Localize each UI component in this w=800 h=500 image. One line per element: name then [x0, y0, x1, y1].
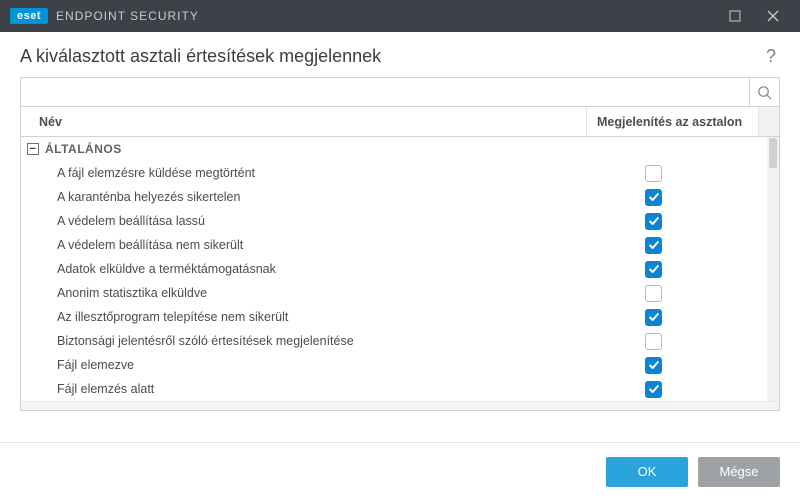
table-row[interactable]: A védelem beállítása lassú	[21, 209, 779, 233]
cancel-button[interactable]: Mégse	[698, 457, 780, 487]
row-label: A védelem beállítása lassú	[21, 214, 595, 228]
desktop-checkbox[interactable]	[645, 237, 662, 254]
row-label: Fájl elemzés alatt	[21, 382, 595, 396]
scrollbar-head	[759, 107, 779, 136]
search-icon	[757, 85, 772, 100]
row-label: A karanténba helyezés sikertelen	[21, 190, 595, 204]
dialog-header: A kiválasztott asztali értesítések megje…	[0, 32, 800, 77]
desktop-checkbox[interactable]	[645, 165, 662, 182]
group-row-general[interactable]: −ÁLTALÁNOS	[21, 137, 779, 161]
table-row[interactable]: Fájl elemzés alatt	[21, 377, 779, 401]
brand-badge: eset	[10, 8, 48, 24]
desktop-checkbox[interactable]	[645, 285, 662, 302]
desktop-checkbox[interactable]	[645, 381, 662, 398]
desktop-checkbox[interactable]	[645, 213, 662, 230]
row-label: Adatok elküldve a terméktámogatásnak	[21, 262, 595, 276]
horizontal-scrollbar[interactable]	[20, 401, 780, 411]
scroll-thumb[interactable]	[769, 138, 777, 168]
page-title: A kiválasztott asztali értesítések megje…	[20, 46, 762, 67]
row-label: Fájl elemezve	[21, 358, 595, 372]
notifications-table: Név Megjelenítés az asztalon −ÁLTALÁNOS A…	[20, 107, 780, 401]
search-button[interactable]	[749, 78, 779, 106]
desktop-checkbox[interactable]	[645, 189, 662, 206]
table-body: −ÁLTALÁNOS A fájl elemzésre küldése megtö…	[21, 137, 779, 401]
brand-text: ENDPOINT SECURITY	[56, 9, 199, 23]
titlebar: eset ENDPOINT SECURITY	[0, 0, 800, 32]
table-row[interactable]: A védelem beállítása nem sikerült	[21, 233, 779, 257]
row-label: Anonim statisztika elküldve	[21, 286, 595, 300]
table-row[interactable]: Adatok elküldve a terméktámogatásnak	[21, 257, 779, 281]
close-icon	[767, 10, 779, 22]
table-row[interactable]: A karanténba helyezés sikertelen	[21, 185, 779, 209]
column-desktop[interactable]: Megjelenítés az asztalon	[587, 107, 759, 136]
search-input[interactable]	[21, 78, 749, 106]
desktop-checkbox[interactable]	[645, 261, 662, 278]
collapse-icon[interactable]: −	[27, 143, 39, 155]
close-button[interactable]	[754, 0, 792, 32]
help-button[interactable]: ?	[762, 46, 780, 67]
group-label: ÁLTALÁNOS	[45, 142, 122, 156]
vertical-scrollbar[interactable]	[767, 137, 779, 401]
search-bar	[20, 77, 780, 107]
column-name[interactable]: Név	[21, 107, 587, 136]
row-label: Biztonsági jelentésről szóló értesítések…	[21, 334, 595, 348]
table-header: Név Megjelenítés az asztalon	[21, 107, 779, 137]
table-row[interactable]: A fájl elemzésre küldése megtörtént	[21, 161, 779, 185]
table-row[interactable]: Biztonsági jelentésről szóló értesítések…	[21, 329, 779, 353]
desktop-checkbox[interactable]	[645, 357, 662, 374]
dialog-footer: OK Mégse	[0, 442, 800, 500]
row-label: A fájl elemzésre küldése megtörtént	[21, 166, 595, 180]
minimize-button[interactable]	[716, 0, 754, 32]
minimize-icon	[729, 10, 741, 22]
row-label: Az illesztőprogram telepítése nem sikerü…	[21, 310, 595, 324]
row-label: A védelem beállítása nem sikerült	[21, 238, 595, 252]
table-row[interactable]: Az illesztőprogram telepítése nem sikerü…	[21, 305, 779, 329]
desktop-checkbox[interactable]	[645, 309, 662, 326]
table-row[interactable]: Anonim statisztika elküldve	[21, 281, 779, 305]
ok-button[interactable]: OK	[606, 457, 688, 487]
desktop-checkbox[interactable]	[645, 333, 662, 350]
table-row[interactable]: Fájl elemezve	[21, 353, 779, 377]
